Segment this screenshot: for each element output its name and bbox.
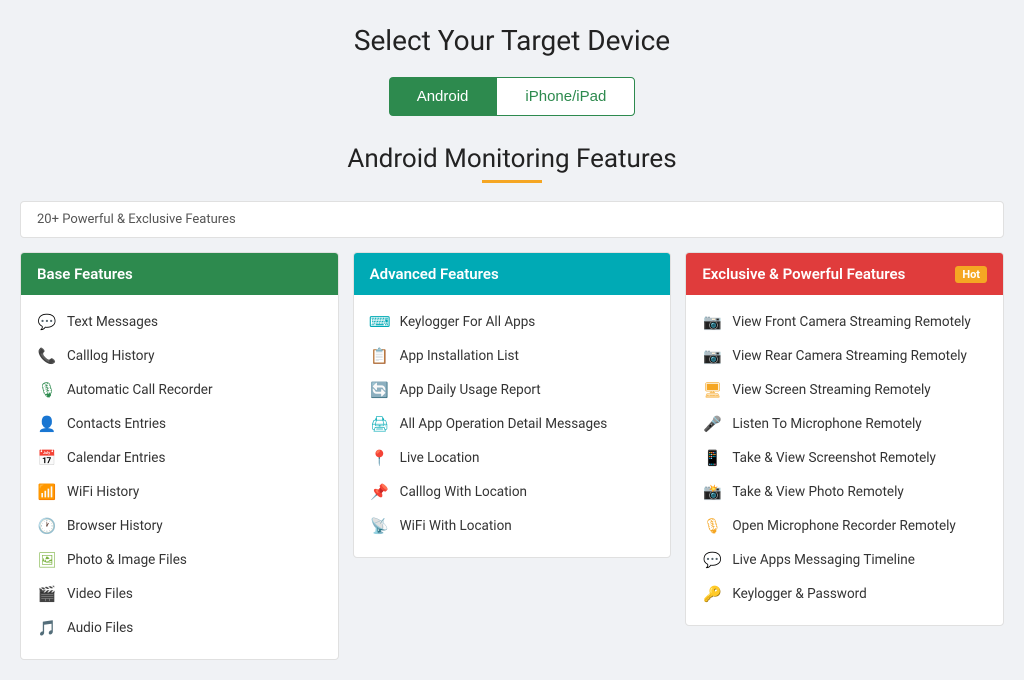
feature-label: Calllog With Location [400,484,527,500]
feature-icon: 📱 [702,448,722,468]
list-item: 📍 Live Location [354,441,671,475]
feature-label: App Daily Usage Report [400,382,541,398]
list-item: 📷 View Front Camera Streaming Remotely [686,305,1003,339]
list-item: 📌 Calllog With Location [354,475,671,509]
feature-icon: 📷 [702,312,722,332]
list-item: 💬 Text Messages [21,305,338,339]
feature-icon: 🎤 [702,414,722,434]
feature-label: WiFi History [67,484,139,500]
features-subtitle: 20+ Powerful & Exclusive Features [20,201,1004,238]
feature-label: App Installation List [400,348,519,364]
list-item: 📋 App Installation List [354,339,671,373]
hot-badge: Hot [955,266,987,283]
list-item: 🔑 Keylogger & Password [686,577,1003,611]
column-exclusive-header: Exclusive & Powerful Features Hot [686,253,1003,295]
column-base: Base Features 💬 Text Messages 📞 Calllog … [20,252,339,660]
feature-label: WiFi With Location [400,518,512,534]
feature-icon: ⌨ [370,312,390,332]
feature-icon: 📡 [370,516,390,536]
columns-row: Base Features 💬 Text Messages 📞 Calllog … [20,252,1004,660]
feature-icon: 🕐 [37,516,57,536]
list-item: 🖥 View Screen Streaming Remotely [686,373,1003,407]
feature-icon: 🎬 [37,584,57,604]
exclusive-feature-list: 📷 View Front Camera Streaming Remotely 📷… [686,295,1003,625]
feature-icon: 🖥 [702,380,722,400]
feature-icon: 📞 [37,346,57,366]
tab-iphone[interactable]: iPhone/iPad [496,77,635,116]
feature-label: Browser History [67,518,163,534]
list-item: 📡 WiFi With Location [354,509,671,543]
feature-label: Live Location [400,450,480,466]
feature-icon: 🎵 [37,618,57,638]
feature-label: View Front Camera Streaming Remotely [732,314,970,330]
list-item: 👤 Contacts Entries [21,407,338,441]
feature-icon: 🎙 [37,380,57,400]
list-item: 🎤 Listen To Microphone Remotely [686,407,1003,441]
list-item: 📱 Take & View Screenshot Remotely [686,441,1003,475]
column-advanced: Advanced Features ⌨ Keylogger For All Ap… [353,252,672,558]
list-item: 📞 Calllog History [21,339,338,373]
feature-icon: 📋 [370,346,390,366]
feature-icon: 🖼 [37,550,57,570]
feature-icon: 🎙 [702,516,722,536]
list-item: 🕐 Browser History [21,509,338,543]
list-item: ⌨ Keylogger For All Apps [354,305,671,339]
feature-icon: 📅 [37,448,57,468]
feature-label: Calllog History [67,348,155,364]
list-item: 📅 Calendar Entries [21,441,338,475]
feature-label: Open Microphone Recorder Remotely [732,518,955,534]
section-underline [482,180,542,183]
list-item: 🎬 Video Files [21,577,338,611]
feature-label: Text Messages [67,314,158,330]
feature-icon: 💬 [37,312,57,332]
feature-label: Video Files [67,586,133,602]
column-exclusive: Exclusive & Powerful Features Hot 📷 View… [685,252,1004,626]
column-advanced-header: Advanced Features [354,253,671,295]
feature-label: Take & View Photo Remotely [732,484,903,500]
section-title: Android Monitoring Features [20,144,1004,174]
list-item: 📷 View Rear Camera Streaming Remotely [686,339,1003,373]
feature-label: Calendar Entries [67,450,165,466]
feature-label: Photo & Image Files [67,552,187,568]
column-base-header: Base Features [21,253,338,295]
list-item: 🖼 Photo & Image Files [21,543,338,577]
feature-label: Listen To Microphone Remotely [732,416,921,432]
feature-label: View Rear Camera Streaming Remotely [732,348,967,364]
feature-icon: 👤 [37,414,57,434]
feature-icon: 💬 [702,550,722,570]
list-item: 🎵 Audio Files [21,611,338,645]
list-item: 🎙 Automatic Call Recorder [21,373,338,407]
feature-icon: 🔑 [702,584,722,604]
feature-icon: 🔄 [370,380,390,400]
base-feature-list: 💬 Text Messages 📞 Calllog History 🎙 Auto… [21,295,338,659]
feature-label: Automatic Call Recorder [67,382,213,398]
feature-label: Contacts Entries [67,416,166,432]
advanced-feature-list: ⌨ Keylogger For All Apps 📋 App Installat… [354,295,671,557]
list-item: 📶 WiFi History [21,475,338,509]
tab-android[interactable]: Android [389,77,497,116]
feature-label: All App Operation Detail Messages [400,416,608,432]
feature-label: Live Apps Messaging Timeline [732,552,915,568]
list-item: 🎙 Open Microphone Recorder Remotely [686,509,1003,543]
feature-icon: 📷 [702,346,722,366]
feature-label: Keylogger For All Apps [400,314,536,330]
feature-label: View Screen Streaming Remotely [732,382,930,398]
feature-icon: 📌 [370,482,390,502]
feature-icon: 📶 [37,482,57,502]
feature-icon: 📸 [702,482,722,502]
feature-icon: 📍 [370,448,390,468]
list-item: 💬 Live Apps Messaging Timeline [686,543,1003,577]
feature-icon: 🖨 [370,414,390,434]
feature-label: Audio Files [67,620,133,636]
list-item: 📸 Take & View Photo Remotely [686,475,1003,509]
feature-label: Keylogger & Password [732,586,866,602]
page-title: Select Your Target Device [20,24,1004,57]
list-item: 🖨 All App Operation Detail Messages [354,407,671,441]
tab-row: Android iPhone/iPad [20,77,1004,116]
list-item: 🔄 App Daily Usage Report [354,373,671,407]
feature-label: Take & View Screenshot Remotely [732,450,936,466]
